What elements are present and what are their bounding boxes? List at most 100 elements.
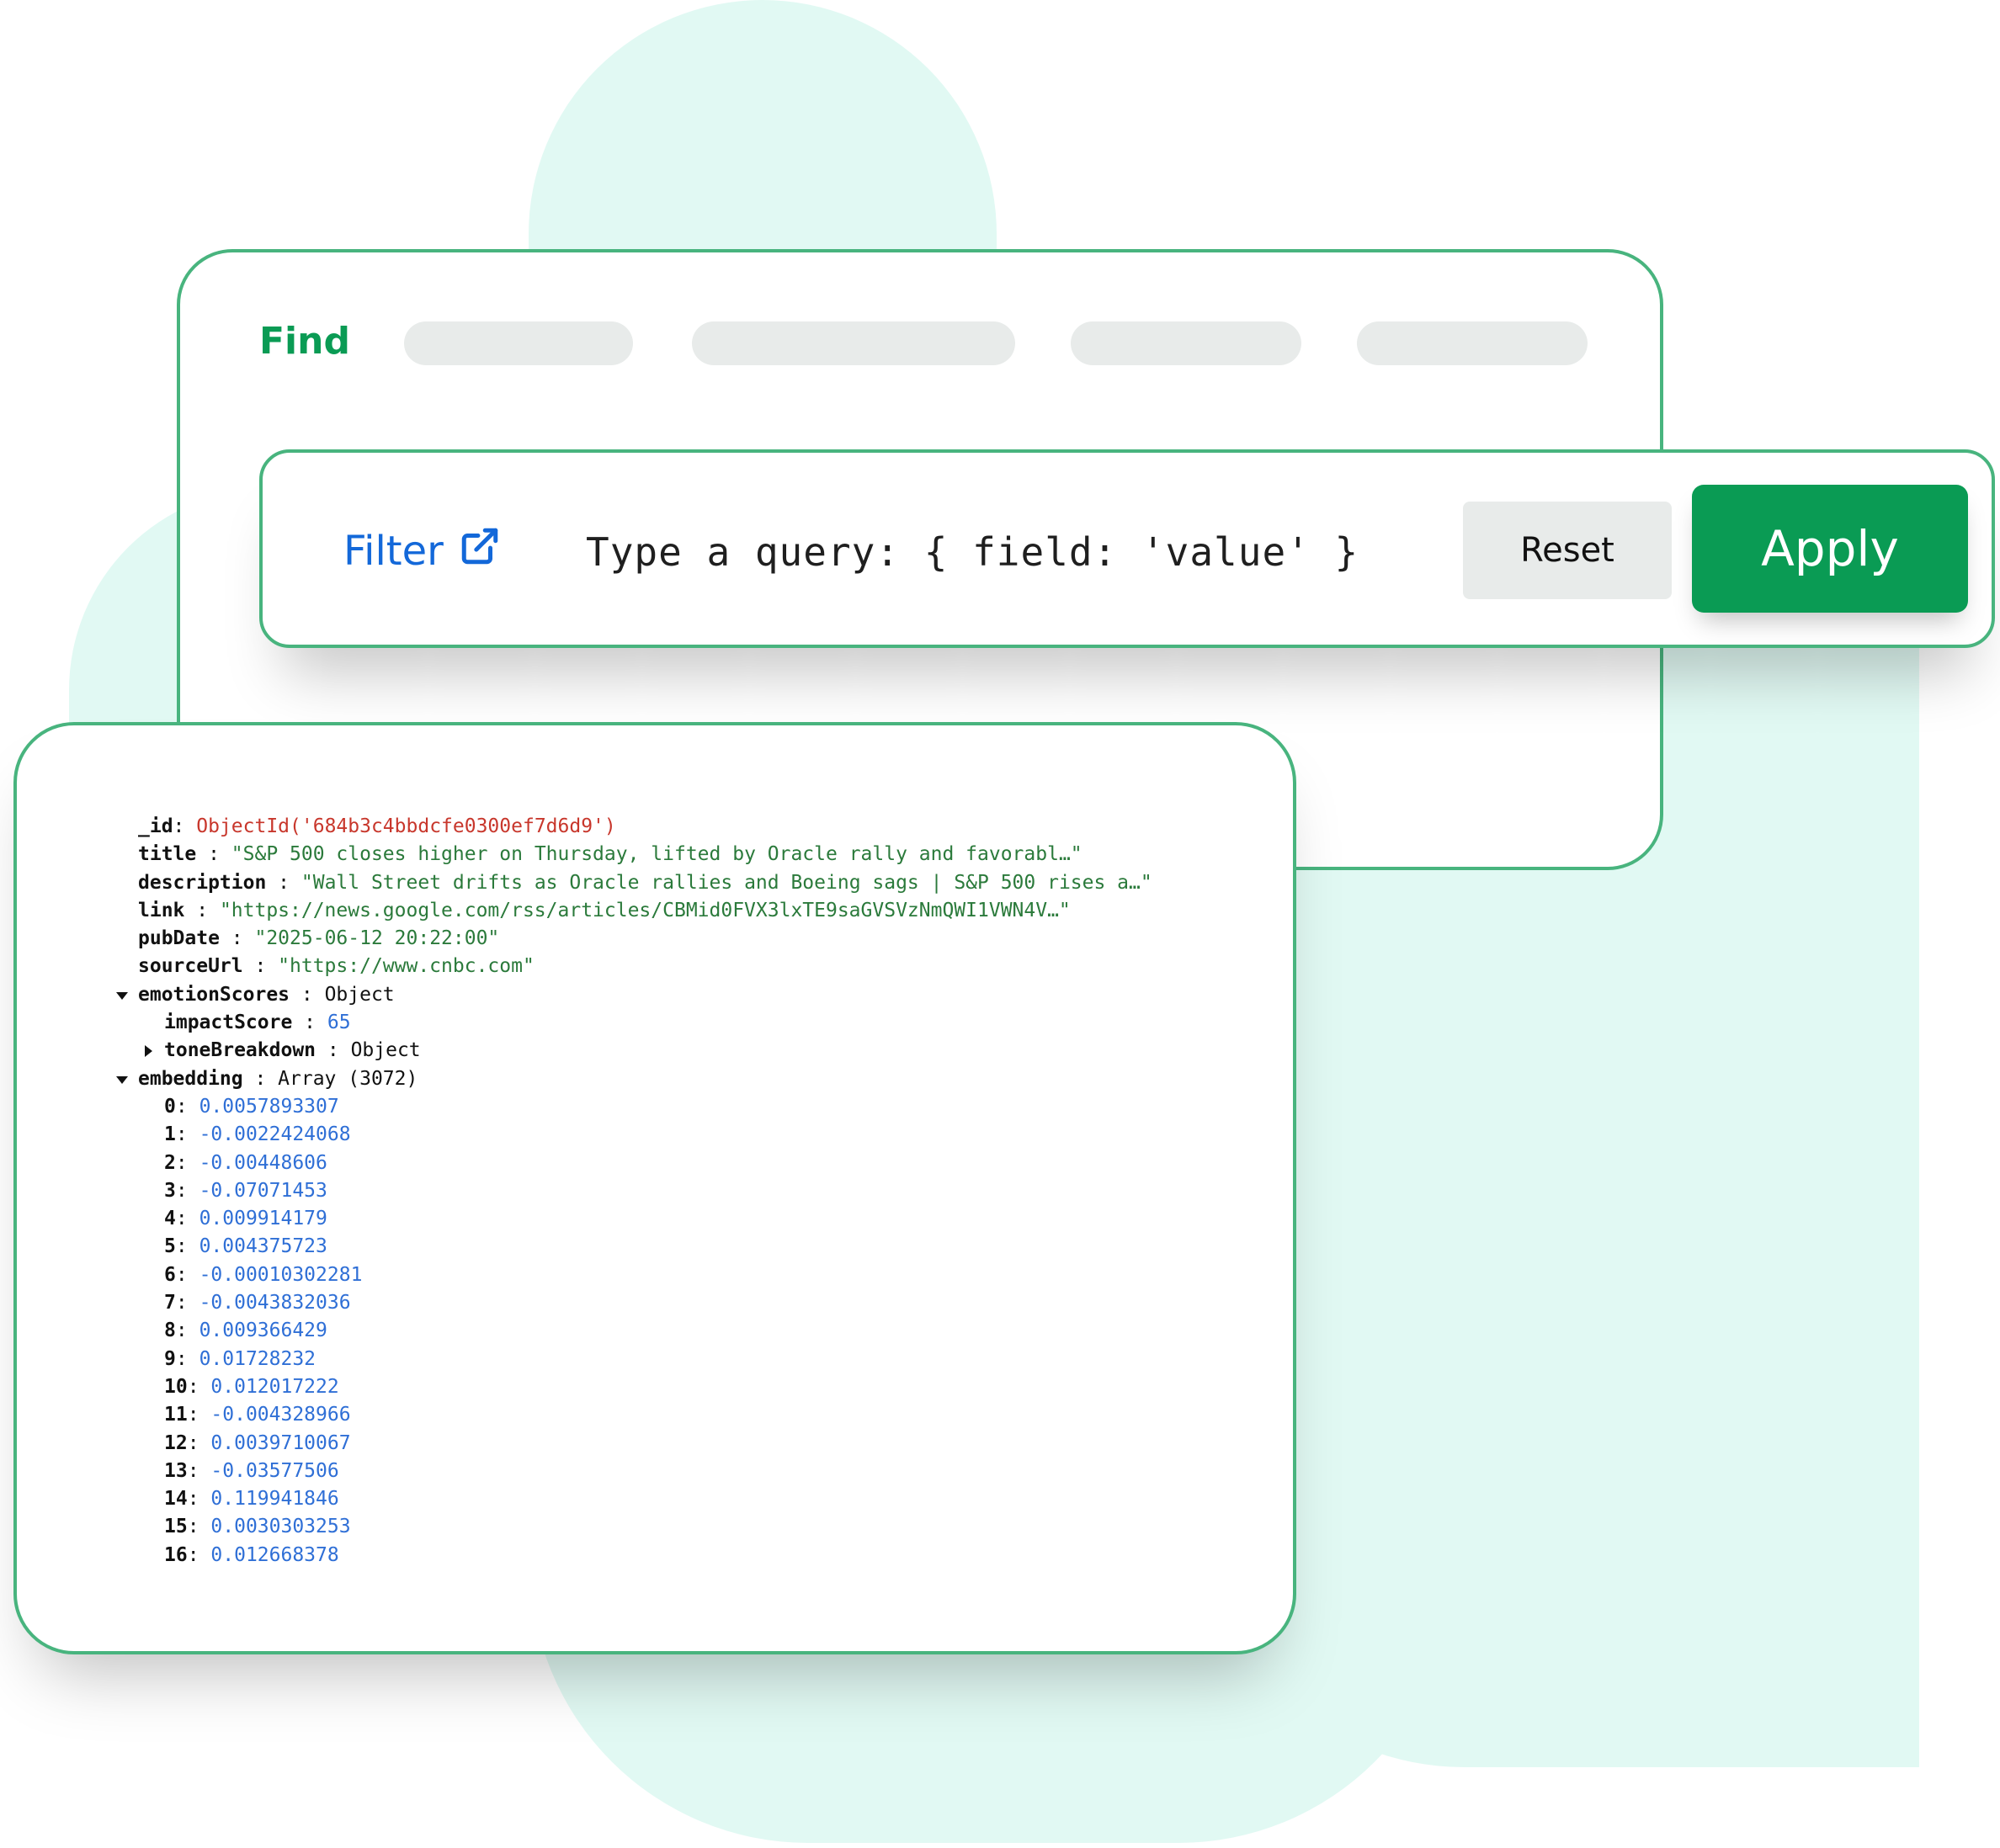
array-value: 0.012017222 xyxy=(210,1375,339,1398)
array-value: -0.0043832036 xyxy=(199,1292,351,1314)
field-key: toneBreakdown xyxy=(164,1039,316,1062)
field-key: impactScore xyxy=(164,1012,293,1034)
filter-label: Filter xyxy=(343,528,444,575)
field-key: sourceUrl xyxy=(138,955,243,978)
field-separator: : xyxy=(266,871,301,894)
array-item-row: 8: 0.009366429 xyxy=(164,1320,327,1342)
array-item-row: 9: 0.01728232 xyxy=(164,1347,316,1370)
array-value: 0.009366429 xyxy=(199,1320,327,1342)
apply-button[interactable]: Apply xyxy=(1692,485,1968,613)
array-value: 0.01728232 xyxy=(199,1347,316,1370)
array-value: -0.0022424068 xyxy=(199,1123,351,1146)
array-value: -0.00448606 xyxy=(199,1151,327,1174)
array-index: 1 xyxy=(164,1123,176,1146)
tab-placeholder[interactable] xyxy=(692,321,1015,365)
field-key: link xyxy=(138,899,185,921)
caret-down-icon[interactable] xyxy=(116,991,128,1000)
array-item-row: 13: -0.03577506 xyxy=(164,1459,339,1482)
field-row: title : "S&P 500 closes higher on Thursd… xyxy=(17,841,1293,868)
field-row: _id: ObjectId('684b3c4bbdcfe0300ef7d6d9'… xyxy=(17,813,1293,841)
field-row: description : "Wall Street drifts as Ora… xyxy=(17,869,1293,897)
reset-button[interactable]: Reset xyxy=(1463,502,1672,599)
field-separator: : xyxy=(196,843,231,866)
array-item-row: 10: 0.012017222 xyxy=(164,1375,339,1398)
field-type: Object xyxy=(350,1039,421,1062)
field-separator: : xyxy=(242,955,279,978)
array-value: 0.0039710067 xyxy=(210,1431,351,1454)
array-value: 0.012668378 xyxy=(210,1543,339,1562)
tab-find[interactable]: Find xyxy=(259,320,350,363)
field-row: impactScore : 65 xyxy=(164,1012,351,1034)
embedding-row[interactable]: embedding : Array (3072) xyxy=(17,1065,1293,1093)
array-item-row: 0: 0.0057893307 xyxy=(164,1095,339,1118)
field-key: _id xyxy=(138,815,173,837)
array-index: 2 xyxy=(164,1151,176,1174)
array-value: -0.03577506 xyxy=(210,1459,339,1482)
array-item-row: 6: -0.00010302281 xyxy=(164,1263,363,1286)
array-item-row: 1: -0.0022424068 xyxy=(164,1123,351,1146)
caret-right-icon[interactable] xyxy=(145,1045,152,1058)
array-value: -0.00010302281 xyxy=(199,1263,363,1286)
document-viewer: _id: ObjectId('684b3c4bbdcfe0300ef7d6d9'… xyxy=(17,813,1293,1562)
array-item-row: 15: 0.0030303253 xyxy=(164,1516,351,1538)
tab-placeholder[interactable] xyxy=(1071,321,1301,365)
field-row: link : "https://news.google.com/rss/arti… xyxy=(17,897,1293,925)
field-type: Array (3072) xyxy=(278,1067,418,1090)
array-index: 10 xyxy=(164,1375,188,1398)
field-separator: : xyxy=(184,899,220,921)
array-item-row: 14: 0.119941846 xyxy=(164,1488,339,1511)
array-index: 9 xyxy=(164,1347,176,1370)
embedding-list: 0: 0.0057893307 1: -0.0022424068 2: -0.004… xyxy=(17,1093,1293,1562)
field-separator: : xyxy=(173,815,197,837)
field-key: embedding xyxy=(138,1067,243,1090)
array-index: 12 xyxy=(164,1431,188,1454)
field-value: "https://news.google.com/rss/articles/CB… xyxy=(219,899,1071,921)
field-row: sourceUrl : "https://www.cnbc.com" xyxy=(17,953,1293,980)
array-index: 11 xyxy=(164,1404,188,1426)
field-row: pubDate : "2025-06-12 20:22:00" xyxy=(17,925,1293,953)
array-value: 0.004375723 xyxy=(199,1235,327,1258)
field-value: "https://www.cnbc.com" xyxy=(278,955,535,978)
filter-bar: Filter Reset Apply xyxy=(259,449,1995,648)
array-value: 0.119941846 xyxy=(210,1488,339,1511)
array-index: 0 xyxy=(164,1095,176,1118)
array-index: 4 xyxy=(164,1208,176,1230)
array-index: 15 xyxy=(164,1516,188,1538)
field-value: "2025-06-12 20:22:00" xyxy=(254,927,500,950)
array-item-row: 5: 0.004375723 xyxy=(164,1235,327,1258)
field-type: Object xyxy=(324,983,395,1006)
array-item-row: 4: 0.009914179 xyxy=(164,1208,327,1230)
caret-down-icon[interactable] xyxy=(116,1075,128,1084)
document-card: _id: ObjectId('684b3c4bbdcfe0300ef7d6d9'… xyxy=(13,722,1296,1654)
array-item-row: 11: -0.004328966 xyxy=(164,1404,351,1426)
array-index: 14 xyxy=(164,1488,188,1511)
array-item-row: 12: 0.0039710067 xyxy=(164,1431,351,1454)
filter-link[interactable]: Filter xyxy=(343,525,501,577)
array-item-row: 16: 0.012668378 xyxy=(17,1542,1293,1562)
array-index: 16 xyxy=(164,1543,188,1562)
array-index: 7 xyxy=(164,1292,176,1314)
array-index: 5 xyxy=(164,1235,176,1258)
external-link-icon xyxy=(459,525,501,577)
array-value: 0.0057893307 xyxy=(199,1095,339,1118)
array-value: 0.0030303253 xyxy=(210,1516,351,1538)
array-item-row: 3: -0.07071453 xyxy=(164,1179,327,1202)
tab-placeholder[interactable] xyxy=(1357,321,1588,365)
tab-placeholder[interactable] xyxy=(404,321,633,365)
field-key: title xyxy=(138,843,197,866)
array-index: 13 xyxy=(164,1459,188,1482)
field-key: emotionScores xyxy=(138,983,290,1006)
field-key: description xyxy=(138,871,267,894)
array-index: 8 xyxy=(164,1320,176,1342)
query-input[interactable] xyxy=(584,522,1387,582)
array-value: 0.009914179 xyxy=(199,1208,327,1230)
array-item-row: 2: -0.00448606 xyxy=(164,1151,327,1174)
tone-breakdown-row[interactable]: toneBreakdown : Object xyxy=(17,1037,1293,1065)
field-value: 65 xyxy=(327,1012,351,1034)
array-value: -0.004328966 xyxy=(210,1404,351,1426)
field-separator: : xyxy=(219,927,255,950)
emotion-scores-row[interactable]: emotionScores : Object xyxy=(17,981,1293,1009)
field-value: "Wall Street drifts as Oracle rallies an… xyxy=(301,871,1152,894)
field-key: pubDate xyxy=(138,927,220,950)
array-index: 3 xyxy=(164,1179,176,1202)
